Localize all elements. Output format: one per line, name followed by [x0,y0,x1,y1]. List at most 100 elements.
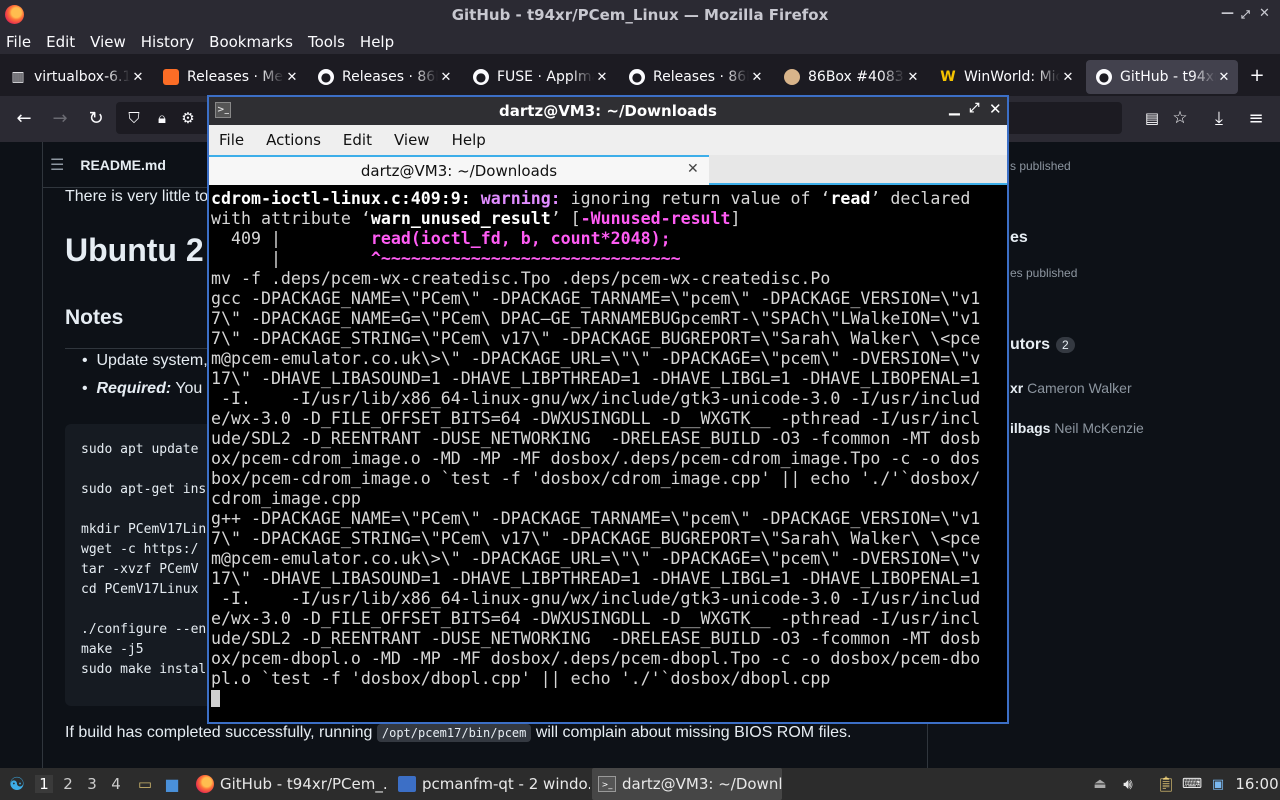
menu-help[interactable]: Help [452,131,486,149]
minimize-icon[interactable]: — [1221,6,1234,21]
lock-icon[interactable]: 🔒︎ [150,106,174,130]
reader-view-icon[interactable]: ▤ [1140,106,1164,130]
tab-close-icon[interactable]: ✕ [594,70,610,85]
terminal-output[interactable]: cdrom-ioctl-linux.c:409:9: warning: igno… [211,189,1005,722]
divider [42,142,43,768]
terminal-line: 7\" -DPACKAGE_STRING=\"PCem\ v17\" -DPAC… [211,329,981,348]
workspace-2[interactable]: 2 [59,775,77,793]
list-item-text: Update system, [96,352,208,369]
contributors-heading[interactable]: utors 2 [1010,336,1075,354]
terminal-line: 17\" -DHAVE_LIBASOUND=1 -DHAVE_LIBPTHREA… [211,569,981,588]
tab-close-icon[interactable]: ✕ [284,70,300,85]
browser-tab[interactable]: ● Releases · 86B ✕ [308,60,460,94]
terminal-line: box/pcem-cdrom_image.o `test -f 'dosbox/… [211,469,981,488]
tab-close-icon[interactable]: ✕ [687,161,699,177]
eject-icon[interactable]: ⏏ [1090,768,1110,800]
releases-heading[interactable]: es [1010,229,1028,247]
file-manager-launcher-icon[interactable]: ▭ [134,768,156,800]
terminal-line: gcc -DPACKAGE_NAME=\"PCem\" -DPACKAGE_TA… [211,289,981,308]
terminal-titlebar[interactable]: >_ dartz@VM3: ~/Downloads ▁ ⤢ ✕ [209,97,1007,125]
footer-text: If build has completed successfully, run… [65,724,377,741]
menu-view[interactable]: View [394,131,430,149]
terminal-line: with attribute ‘warn_unused_result’ [-Wu… [211,209,741,228]
menu-tools[interactable]: Tools [308,33,345,51]
code-line: cd PCemV17Linux [81,582,199,597]
tab-strip: ▥ virtualbox-6.1. ✕ Releases · Meli ✕ ● … [0,58,1280,96]
tab-title: Releases · 86B [342,69,438,85]
browser-tab-active[interactable]: ● GitHub - t94xr/ ✕ [1086,60,1238,94]
tab-close-icon[interactable]: ✕ [130,70,146,85]
new-tab-icon[interactable]: + [1245,63,1269,87]
tab-close-icon[interactable]: ✕ [1060,70,1076,85]
contributor-username[interactable]: xr [1010,380,1023,396]
menu-history[interactable]: History [141,33,194,51]
gitlab-icon [163,69,179,85]
menu-view[interactable]: View [90,33,126,51]
workspace-4[interactable]: 4 [107,775,125,793]
github-icon: ● [318,69,334,85]
outline-list-icon[interactable]: ☰ [50,155,64,175]
forward-icon[interactable]: → [48,106,72,130]
task-pcmanfm[interactable]: pcmanfm-qt - 2 windo... [392,768,590,800]
terminal-icon: >_ [598,776,616,792]
keyboard-icon[interactable]: ⌨ [1182,768,1202,800]
heading-ubuntu: Ubuntu 2 [65,232,204,268]
menu-file[interactable]: File [6,33,31,51]
browser-tab[interactable]: Releases · Meli ✕ [153,60,306,94]
volume-icon[interactable]: 🔊︎ [1118,768,1138,800]
browser-tab[interactable]: ▥ virtualbox-6.1. ✕ [0,60,152,94]
maximize-icon[interactable]: ⤢ [969,101,979,116]
menu-bookmarks[interactable]: Bookmarks [209,33,293,51]
close-icon[interactable]: ✕ [989,100,1002,118]
bookmark-star-icon[interactable]: ☆ [1168,106,1192,130]
permissions-icon[interactable]: ⚙ [176,106,200,130]
terminal-tabbar: dartz@VM3: ~/Downloads ✕ [209,155,1007,185]
terminal-tab[interactable]: dartz@VM3: ~/Downloads ✕ [209,155,709,185]
readme-filename[interactable]: README.md [80,157,166,173]
app-menu-icon[interactable]: ≡ [1244,106,1268,130]
browser-tab[interactable]: 86Box #4083 | ✕ [774,60,927,94]
contributors-count-badge: 2 [1056,337,1075,353]
browser-tab[interactable]: W WinWorld: Micr ✕ [930,60,1082,94]
network-icon[interactable]: ▣ [1208,768,1228,800]
workspace-1[interactable]: 1 [35,775,53,793]
back-icon[interactable]: ← [12,106,36,130]
shield-icon[interactable]: ⛉ [122,106,146,130]
show-desktop-icon[interactable]: ■ [160,768,184,800]
downloads-icon[interactable]: ⤓ [1207,106,1231,130]
maximize-icon[interactable]: ⤢ [1241,8,1250,22]
list-item-label: Required: [96,380,172,397]
firefox-titlebar: GitHub - t94xr/PCem_Linux — Mozilla Fire… [0,0,1280,29]
footer-text: will complain about missing BIOS ROM fil… [531,724,852,741]
list-item-text: You [171,380,203,397]
menu-edit[interactable]: Edit [343,131,372,149]
menu-edit[interactable]: Edit [46,33,75,51]
menu-file[interactable]: File [219,131,244,149]
code-line: sudo make instal [81,662,207,677]
workspace-3[interactable]: 3 [83,775,101,793]
code-line: mkdir PCemV17Lin [81,522,207,537]
tab-close-icon[interactable]: ✕ [1216,70,1232,85]
start-menu-icon[interactable]: ☯ [4,768,30,800]
tab-close-icon[interactable]: ✕ [905,70,921,85]
close-icon[interactable]: ✕ [1259,6,1270,21]
task-firefox[interactable]: GitHub - t94xr/PCem_... [190,768,388,800]
terminal-line: ude/SDL2 -D_REENTRANT -DUSE_NETWORKING -… [211,629,981,648]
github-icon: ● [629,69,645,85]
contributor-item[interactable]: ilbags Neil McKenzie [1010,420,1144,436]
task-terminal[interactable]: >_ dartz@VM3: ~/Downl... [592,768,782,800]
contributor-item[interactable]: xr Cameron Walker [1010,380,1132,396]
menu-actions[interactable]: Actions [266,131,321,149]
menu-help[interactable]: Help [360,33,394,51]
clock[interactable]: 16:00 [1236,768,1278,800]
tab-title: WinWorld: Micr [964,69,1060,85]
reload-icon[interactable]: ↻ [84,106,108,130]
contributor-username[interactable]: ilbags [1010,420,1050,436]
code-line: sudo apt-get ins [81,482,207,497]
browser-tab[interactable]: ● Releases · 86B ✕ [619,60,771,94]
browser-tab[interactable]: ● FUSE · AppIma ✕ [463,60,616,94]
minimize-icon[interactable]: ▁ [949,100,960,116]
clipboard-icon[interactable]: 📋︎ [1156,768,1176,800]
tab-close-icon[interactable]: ✕ [749,70,765,85]
tab-close-icon[interactable]: ✕ [438,70,454,85]
